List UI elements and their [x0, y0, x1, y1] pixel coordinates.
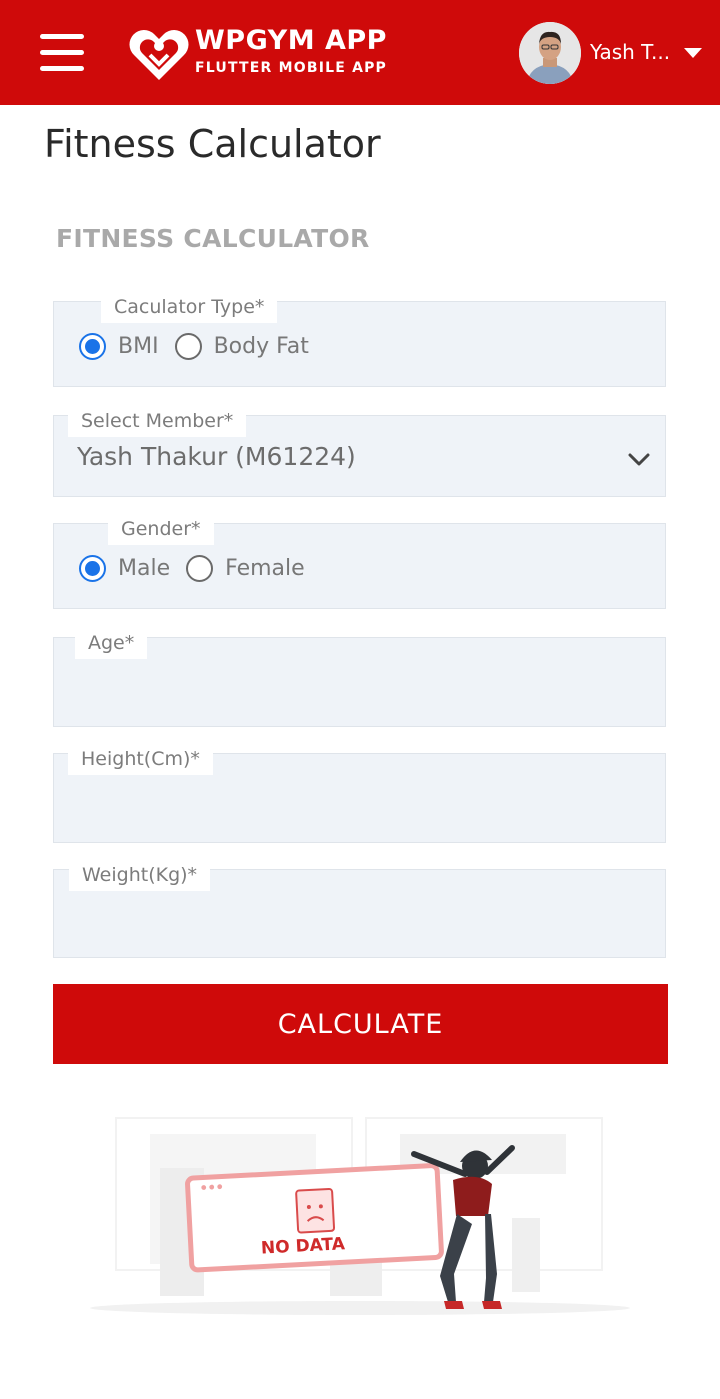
radio-female[interactable]	[186, 555, 214, 582]
height-field[interactable]: Height(Cm)*	[53, 745, 666, 843]
brand-title: WPGYM APP	[195, 25, 387, 56]
calculator-type-group: Caculator Type* BMI Body Fat	[53, 293, 666, 387]
no-data-illustration: NO DATA	[60, 1108, 660, 1338]
user-avatar-image	[519, 22, 581, 84]
radio-male-label[interactable]: Male	[118, 556, 170, 581]
chevron-down-icon[interactable]	[628, 448, 650, 470]
section-title: FITNESS CALCULATOR	[56, 224, 370, 253]
radio-bmi-label[interactable]: BMI	[118, 334, 159, 359]
no-data-image: NO DATA	[90, 1117, 630, 1315]
radio-bmi[interactable]	[79, 333, 106, 360]
height-label: Height(Cm)*	[68, 745, 213, 775]
member-select[interactable]: Select Member* Yash Thakur (M61224)	[53, 407, 666, 497]
avatar[interactable]	[519, 22, 581, 84]
calculator-type-options: BMI Body Fat	[79, 333, 325, 360]
gender-group: Gender* Male Female	[53, 515, 666, 609]
weight-field[interactable]: Weight(Kg)*	[53, 861, 666, 958]
caret-down-icon[interactable]	[684, 48, 702, 58]
app-bar: WPGYM APP FLUTTER MOBILE APP Yash T...	[0, 0, 720, 105]
radio-female-label[interactable]: Female	[225, 556, 305, 581]
radio-male[interactable]	[79, 555, 106, 582]
gender-label: Gender*	[108, 515, 214, 545]
calculate-button[interactable]: CALCULATE	[53, 984, 668, 1064]
member-select-label: Select Member*	[68, 407, 247, 437]
age-label: Age*	[75, 629, 148, 659]
calculator-type-label: Caculator Type*	[101, 293, 278, 323]
radio-body-fat[interactable]	[174, 333, 202, 360]
user-name[interactable]: Yash T...	[590, 40, 672, 64]
radio-body-fat-label[interactable]: Body Fat	[214, 334, 309, 359]
weight-label: Weight(Kg)*	[69, 861, 211, 891]
app-logo-icon	[129, 30, 189, 81]
page-title: Fitness Calculator	[44, 122, 381, 166]
hamburger-menu-icon[interactable]	[38, 34, 86, 72]
age-field[interactable]: Age*	[53, 629, 666, 727]
gender-options: Male Female	[79, 555, 321, 582]
member-select-value[interactable]: Yash Thakur (M61224)	[77, 442, 356, 471]
brand-subtitle: FLUTTER MOBILE APP	[195, 60, 388, 76]
